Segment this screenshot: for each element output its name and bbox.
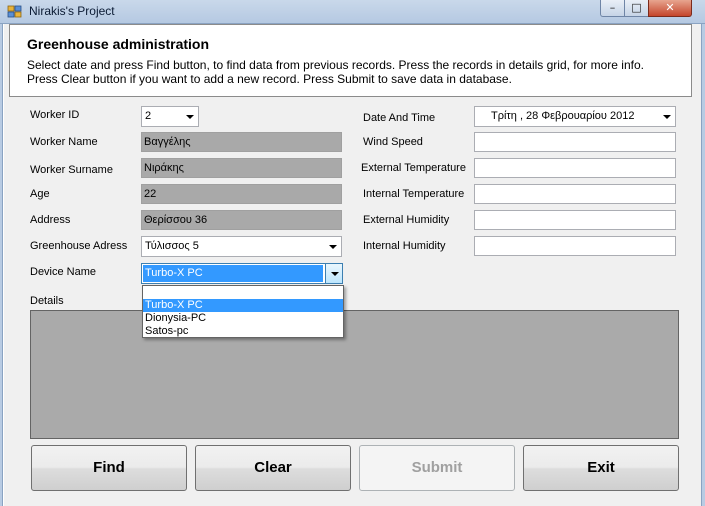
find-button[interactable]: Find: [31, 445, 187, 491]
device-name-select[interactable]: Turbo-X PC: [141, 263, 343, 284]
chevron-down-icon[interactable]: [181, 107, 198, 126]
title-bar: Nirakis's Project – □ ✕: [0, 0, 705, 24]
wind-speed-field[interactable]: [474, 132, 676, 152]
internal-temperature-field[interactable]: [474, 184, 676, 204]
maximize-button[interactable]: □: [624, 0, 649, 17]
wind-speed-label: Wind Speed: [363, 136, 423, 148]
worker-id-select[interactable]: 2: [141, 106, 199, 127]
dropdown-option-satos-pc[interactable]: Satos-pc: [143, 325, 343, 338]
external-humidity-label: External Humidity: [363, 214, 450, 226]
device-name-label: Device Name: [30, 266, 97, 278]
close-icon: ✕: [665, 1, 675, 14]
details-grid[interactable]: [30, 310, 679, 439]
worker-name-label: Worker Name: [30, 136, 98, 148]
worker-surname-field[interactable]: Νιράκης: [141, 158, 342, 178]
worker-id-value: 2: [145, 110, 152, 122]
minimize-icon: –: [609, 1, 616, 14]
details-label: Details: [30, 295, 64, 307]
external-humidity-field[interactable]: [474, 210, 676, 230]
exit-button[interactable]: Exit: [523, 445, 679, 491]
worker-id-label: Worker ID: [30, 109, 80, 121]
clear-button[interactable]: Clear: [195, 445, 351, 491]
chevron-down-icon[interactable]: [324, 237, 341, 256]
window-frame-left: [0, 24, 3, 506]
greenhouse-address-value: Τύλισσος 5: [145, 240, 199, 252]
external-temperature-field[interactable]: [474, 158, 676, 178]
date-time-picker[interactable]: Τρίτη , 28 Φεβρουαρίου 2012: [474, 106, 676, 127]
age-label: Age: [30, 188, 50, 200]
greenhouse-address-label: Greenhouse Adress: [30, 240, 128, 252]
internal-temperature-label: Internal Temperature: [363, 188, 465, 200]
dropdown-option-dionysia-pc[interactable]: Dionysia-PC: [143, 312, 343, 325]
external-temperature-label: External Temperature: [361, 162, 466, 174]
page-description: Select date and press Find button, to fi…: [27, 58, 644, 86]
date-time-value: Τρίτη , 28 Φεβρουαρίου 2012: [491, 110, 635, 122]
age-field[interactable]: 22: [141, 184, 342, 204]
device-name-dropdown-list: Turbo-X PC Dionysia-PC Satos-pc: [142, 285, 344, 338]
window-title: Nirakis's Project: [29, 4, 115, 18]
internal-humidity-label: Internal Humidity: [363, 240, 446, 252]
address-field[interactable]: Θερίσσου 36: [141, 210, 342, 230]
internal-humidity-field[interactable]: [474, 236, 676, 256]
worker-name-field[interactable]: Βαγγέλης: [141, 132, 342, 152]
dropdown-option-turbo-x-pc[interactable]: Turbo-X PC: [143, 299, 343, 312]
address-label: Address: [30, 214, 71, 226]
close-button[interactable]: ✕: [648, 0, 692, 17]
app-icon: [7, 5, 22, 18]
chevron-down-icon[interactable]: [658, 107, 675, 126]
minimize-button[interactable]: –: [600, 0, 625, 17]
page-title: Greenhouse administration: [27, 36, 210, 52]
date-time-label: Date And Time: [363, 112, 436, 124]
submit-button[interactable]: Submit: [359, 445, 515, 491]
worker-surname-label: Worker Surname: [30, 164, 113, 176]
window-frame-right: [701, 24, 705, 506]
greenhouse-address-select[interactable]: Τύλισσος 5: [141, 236, 342, 257]
device-name-value: Turbo-X PC: [143, 265, 323, 282]
chevron-down-icon[interactable]: [325, 264, 342, 283]
maximize-icon: □: [631, 1, 642, 14]
header-panel: Greenhouse administration Select date an…: [9, 24, 692, 97]
